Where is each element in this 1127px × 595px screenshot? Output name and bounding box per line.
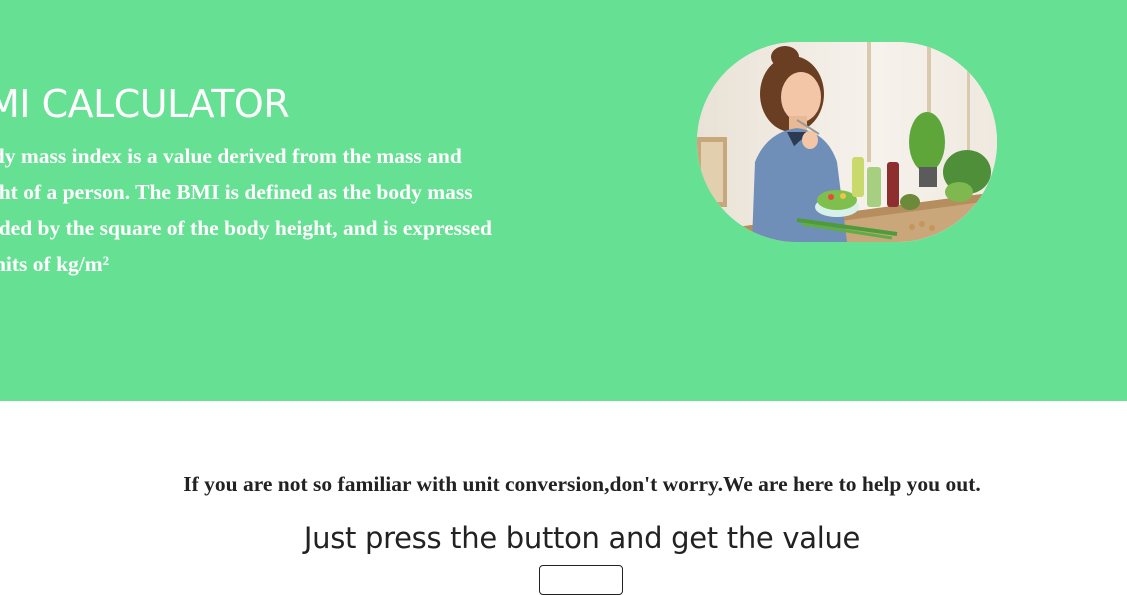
hero-photo — [697, 42, 997, 242]
get-value-button[interactable] — [539, 565, 623, 595]
unit-conversion-help-text: If you are not so familiar with unit con… — [183, 472, 981, 496]
page-title: MI CALCULATOR — [0, 82, 290, 126]
bmi-description-line: ody mass index is a value derived from t… — [0, 144, 462, 168]
bmi-description-line: vided by the square of the body height, … — [0, 216, 492, 240]
bmi-description-line: ight of a person. The BMI is defined as … — [0, 180, 473, 204]
hero-banner: MI CALCULATOR ody mass index is a value … — [0, 0, 1127, 401]
press-button-heading: Just press the button and get the value — [303, 521, 861, 555]
woman-eating-salad-image — [697, 42, 997, 242]
bmi-description-line: units of kg/m² — [0, 252, 110, 276]
bmi-description: ody mass index is a value derived from t… — [0, 138, 572, 282]
